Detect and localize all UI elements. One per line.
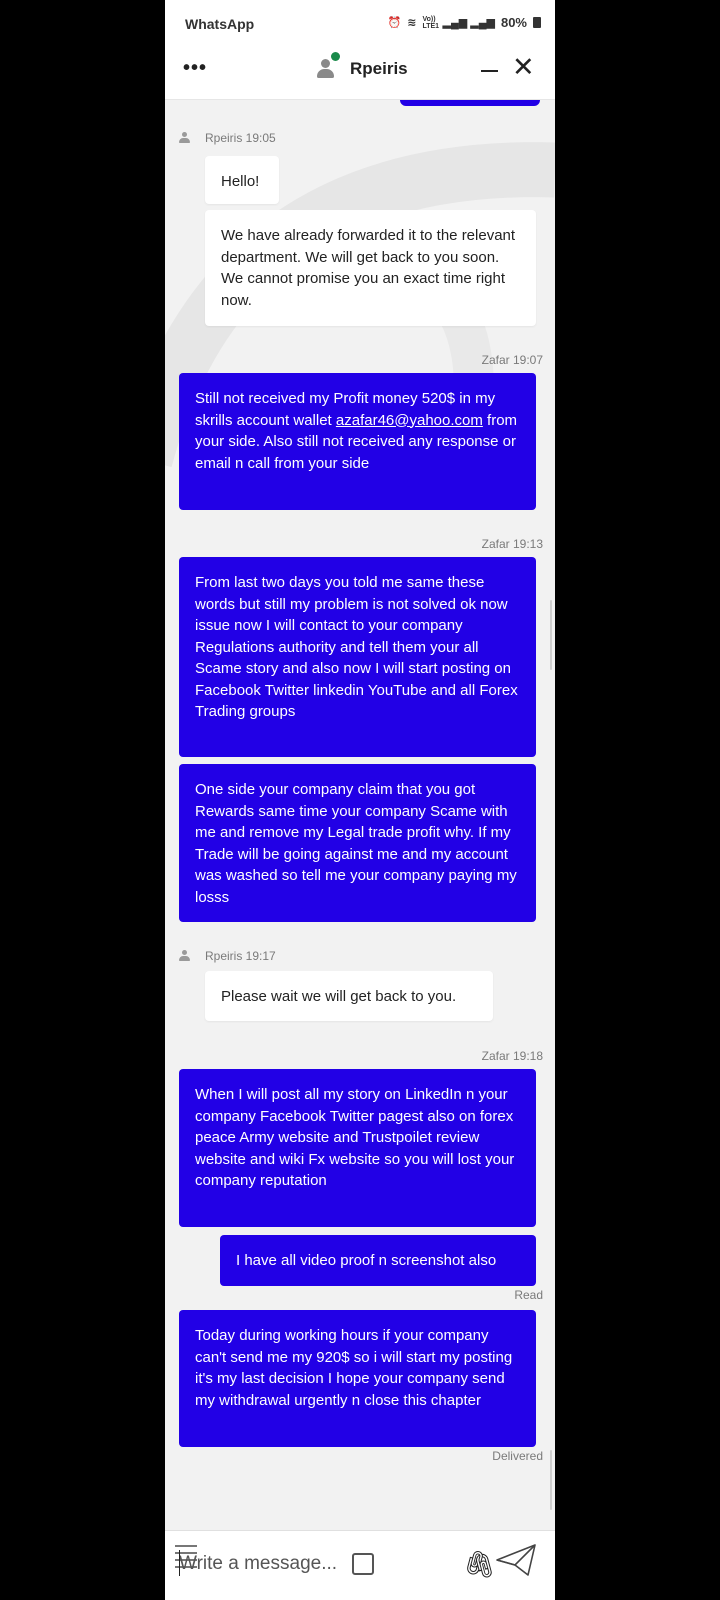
previous-message-bubble [400, 100, 540, 106]
message-header: Zafar 19:18 [481, 1049, 543, 1063]
message-composer: 🖇 [165, 1530, 555, 1600]
scrollbar-thumb[interactable] [550, 1450, 552, 1510]
battery-level: 80% [500, 15, 527, 30]
message-header: Zafar 19:07 [481, 353, 543, 367]
incoming-message: We have already forwarded it to the rele… [205, 210, 536, 326]
outgoing-message: From last two days you told me same thes… [179, 557, 536, 757]
network-indicator: Vo)) LTE1 [422, 15, 440, 30]
sender-time: Rpeiris 19:17 [205, 949, 276, 963]
alarm-icon: ⏰ [387, 17, 402, 29]
text-cursor [179, 1550, 180, 1576]
battery-icon [533, 17, 541, 28]
agent-name: Rpeiris [350, 59, 408, 78]
read-receipt: Read [514, 1288, 543, 1302]
minimize-button[interactable] [481, 70, 498, 72]
outgoing-message: Today during working hours if your compa… [179, 1310, 536, 1447]
outgoing-message: When I will post all my story on LinkedI… [179, 1069, 536, 1227]
scrollbar[interactable] [550, 600, 552, 670]
outgoing-message: I have all video proof n screenshot also [220, 1235, 536, 1286]
message-input[interactable] [179, 1549, 354, 1579]
incoming-message: Hello! [205, 156, 279, 204]
chat-window: WhatsApp ⏰ ≋ Vo)) LTE1 ▂▄▆ ▂▄▆ 80% ••• R… [165, 0, 555, 1600]
wifi-icon: ≋ [407, 17, 417, 29]
delivery-receipt: Delivered [492, 1449, 543, 1463]
chat-header: ••• Rpeiris ✕ [165, 44, 555, 100]
paperclip-icon[interactable]: 🖇 [463, 1551, 496, 1577]
outgoing-message: Still not received my Profit money 520$ … [179, 373, 536, 510]
email-link[interactable]: azafar46@yahoo.com [336, 412, 483, 429]
status-icons: ⏰ ≋ Vo)) LTE1 ▂▄▆ ▂▄▆ 80% [388, 15, 541, 30]
message-header: Rpeiris 19:17 [179, 949, 276, 963]
user-icon [179, 950, 191, 961]
sender-time: Rpeiris 19:05 [205, 131, 276, 145]
online-status-dot [331, 52, 340, 61]
attachment-checkbox[interactable] [352, 1553, 374, 1575]
status-app-name: WhatsApp [185, 16, 255, 32]
send-icon[interactable] [495, 1543, 537, 1577]
more-options-button[interactable]: ••• [183, 58, 207, 78]
close-button[interactable]: ✕ [512, 54, 535, 81]
message-list[interactable]: Rpeiris 19:05 Hello! We have already for… [165, 100, 555, 1530]
status-bar: WhatsApp ⏰ ≋ Vo)) LTE1 ▂▄▆ ▂▄▆ 80% [165, 0, 555, 44]
signal-icon: ▂▄▆ ▂▄▆ [442, 17, 495, 29]
message-header: Rpeiris 19:05 [179, 131, 276, 145]
message-header: Zafar 19:13 [481, 537, 543, 551]
agent-avatar-icon [315, 58, 337, 80]
user-icon [179, 132, 191, 143]
outgoing-message: One side your company claim that you got… [179, 764, 536, 922]
incoming-message: Please wait we will get back to you. [205, 971, 493, 1021]
